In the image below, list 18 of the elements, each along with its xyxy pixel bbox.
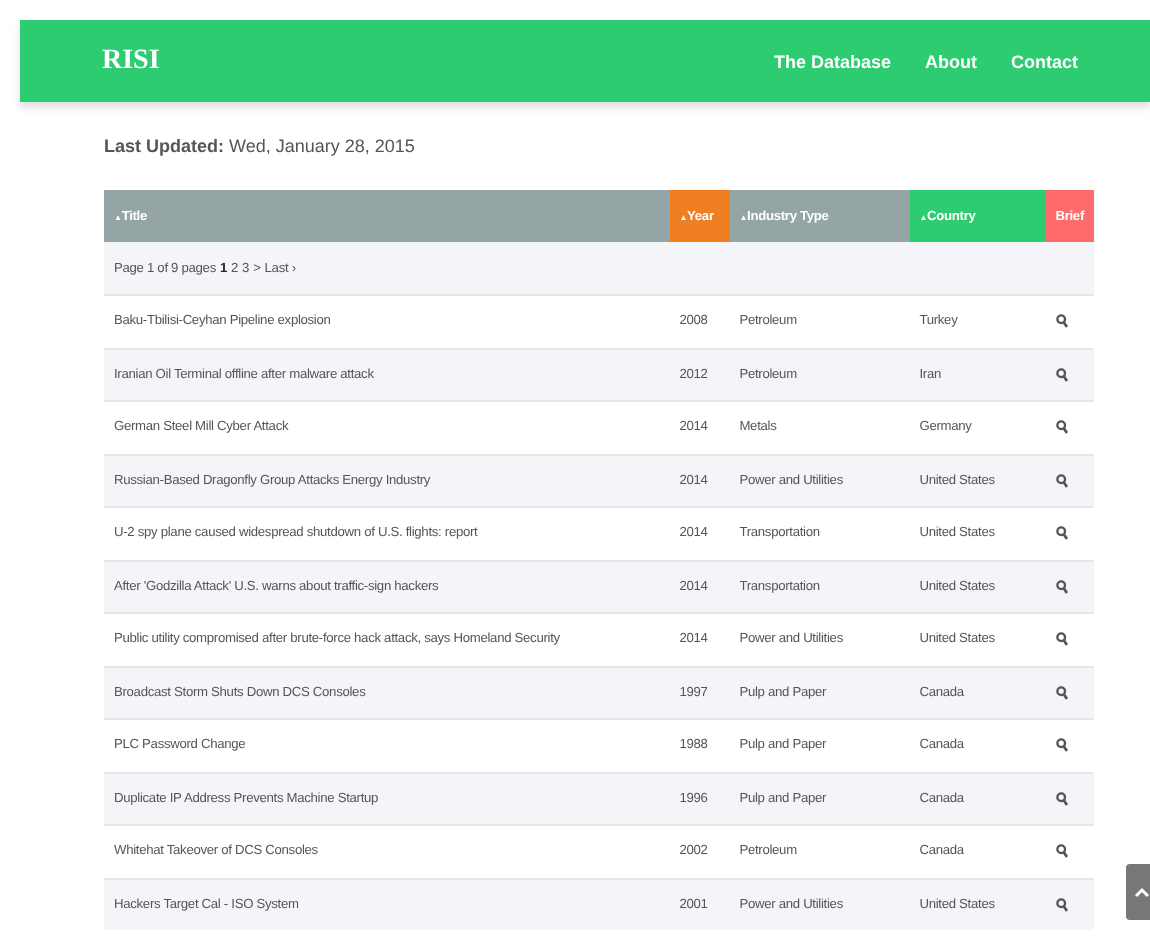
search-icon[interactable] [1055,420,1068,435]
site-logo[interactable]: RISI [102,45,160,77]
last-updated-text: Last Updated: Wed, January 28, 2015 [104,136,417,156]
search-icon[interactable] [1055,897,1068,912]
search-icon[interactable] [1055,844,1068,859]
search-icon[interactable] [1055,632,1068,647]
search-icon[interactable] [1055,473,1068,488]
chevron-up-icon [1134,886,1150,898]
search-icon[interactable] [1055,314,1068,329]
search-icon[interactable] [1055,738,1068,753]
search-icon[interactable] [1055,579,1068,594]
search-icon[interactable] [1055,685,1068,700]
search-icon[interactable] [1055,791,1068,806]
nav-link[interactable]: Contact [1011,51,1078,71]
search-icon[interactable] [1055,367,1068,382]
search-icon[interactable] [1055,526,1068,541]
nav-link[interactable]: About [925,51,977,71]
nav-link[interactable]: The Database [773,51,891,71]
